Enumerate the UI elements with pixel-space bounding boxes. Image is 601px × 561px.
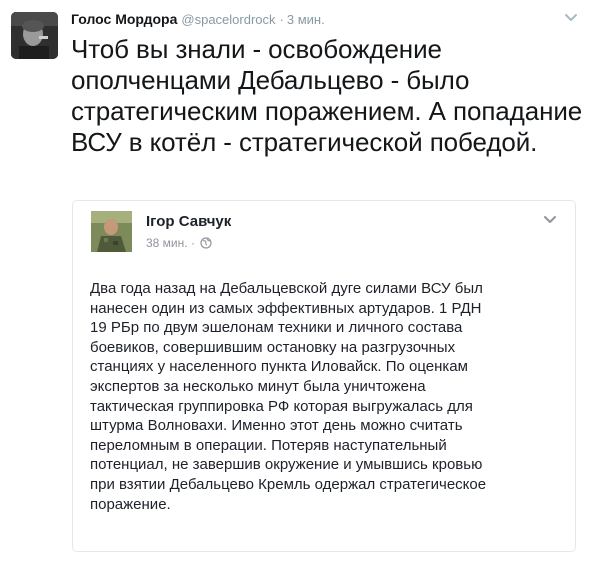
tweet-timestamp[interactable]: 3 мин.: [287, 12, 325, 27]
chevron-down-icon[interactable]: [543, 212, 557, 223]
quoted-post-card[interactable]: Ігор Савчук 38 мин. · Два года назад на …: [72, 200, 576, 552]
separator-dot: ·: [279, 12, 284, 27]
author-avatar[interactable]: [11, 12, 58, 59]
quoted-author-avatar[interactable]: [91, 211, 132, 252]
separator-dot: ·: [190, 236, 195, 250]
quoted-author-name[interactable]: Ігор Савчук: [146, 213, 231, 230]
quoted-post-body: Два года назад на Дебальцевской дуге сил…: [90, 280, 487, 513]
tweet-header: Голос Мордора @spacelordrock · 3 мин.: [71, 9, 561, 29]
tweet-text: Чтоб вы знали - освобождение ополченцами…: [71, 34, 583, 157]
author-name[interactable]: Голос Мордора: [71, 11, 177, 27]
quoted-post-meta: 38 мин. ·: [146, 236, 212, 252]
author-handle[interactable]: @spacelordrock: [181, 12, 275, 27]
tweet: Голос Мордора @spacelordrock · 3 мин. Чтоб …: [0, 0, 601, 561]
quoted-post-time[interactable]: 38 мин.: [146, 236, 188, 250]
globe-icon: [200, 237, 212, 252]
chevron-down-icon[interactable]: [564, 11, 578, 23]
